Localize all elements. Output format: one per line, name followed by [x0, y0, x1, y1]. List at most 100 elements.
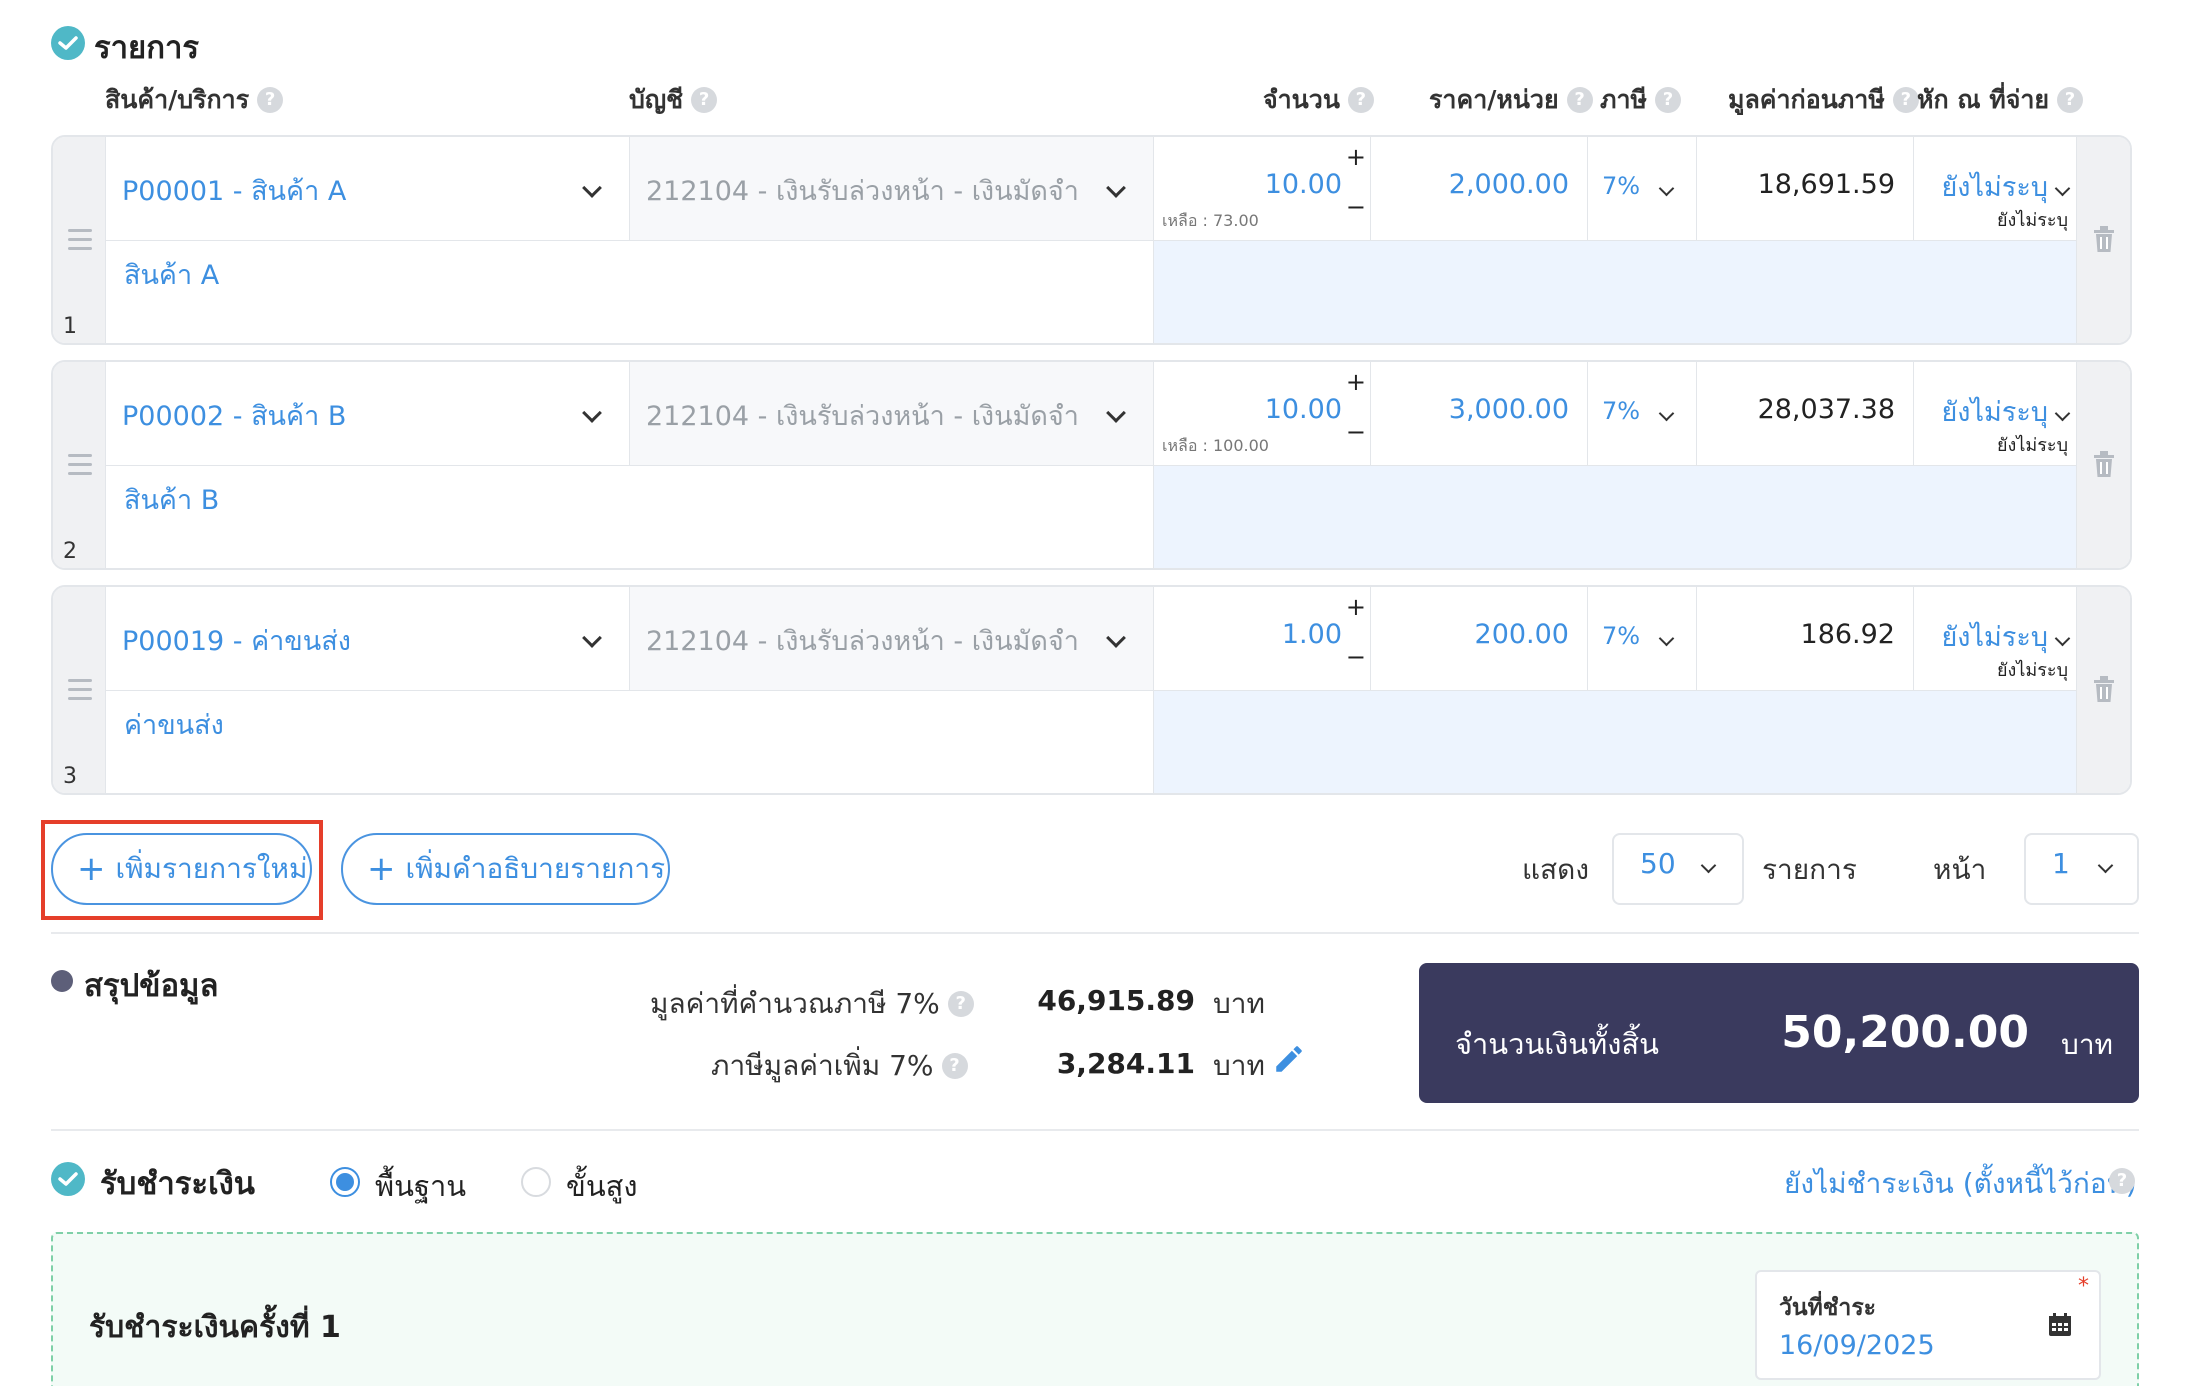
pretax-value: 186.92: [1800, 619, 1895, 650]
currency-unit: บาท: [1213, 987, 1265, 1020]
help-icon[interactable]: ?: [2109, 1168, 2135, 1194]
show-label: แสดง: [1522, 853, 1589, 886]
price-input[interactable]: 2,000.00: [1371, 137, 1588, 241]
row-number: 2: [63, 539, 77, 564]
pretax-amount: 18,691.59: [1697, 137, 1914, 241]
tax-select[interactable]: 7%: [1588, 137, 1697, 241]
help-icon[interactable]: ?: [691, 87, 718, 113]
help-icon[interactable]: ?: [1892, 87, 1919, 113]
help-icon[interactable]: ?: [1566, 87, 1593, 113]
tax-select-value: 7%: [1602, 622, 1641, 650]
add-description-button[interactable]: + เพิ่มคำอธิบายรายการ: [341, 833, 670, 905]
item-description-input[interactable]: ค่าขนส่ง: [106, 691, 1154, 793]
vat-label-text: ภาษีมูลค่าเพิ่ม 7%: [711, 1049, 934, 1082]
product-select[interactable]: P00001 - สินค้า A: [106, 137, 630, 241]
unpaid-link[interactable]: ยังไม่ชำระเงิน (ตั้งหนี้ไว้ก่อน): [1784, 1162, 2137, 1206]
qty-increment-button[interactable]: +: [1346, 593, 1366, 621]
col-header-account-label: บัญชี: [629, 85, 684, 114]
qty-input[interactable]: 10.00 + − เหลือ : 100.00: [1154, 362, 1371, 466]
delete-row-button[interactable]: [2076, 362, 2130, 568]
chevron-down-icon: [2054, 405, 2071, 422]
help-icon[interactable]: ?: [2057, 87, 2084, 113]
col-header-pretax: มูลค่าก่อนภาษี?: [1728, 80, 1919, 120]
account-select-value: 212104 - เงินรับล่วงหน้า - เงินมัดจำ: [646, 401, 1079, 432]
help-icon[interactable]: ?: [1347, 87, 1374, 113]
wht-select[interactable]: ยังไม่ระบุ ยังไม่ระบุ: [1914, 137, 2078, 241]
help-icon[interactable]: ?: [1655, 87, 1681, 113]
help-icon[interactable]: ?: [257, 87, 284, 113]
help-icon[interactable]: ?: [941, 1053, 968, 1079]
account-select[interactable]: 212104 - เงินรับล่วงหน้า - เงินมัดจำ: [630, 362, 1154, 466]
items-label: รายการ: [1762, 853, 1857, 886]
item-description-value: สินค้า A: [124, 260, 220, 291]
account-select[interactable]: 212104 - เงินรับล่วงหน้า - เงินมัดจำ: [630, 587, 1154, 691]
delete-row-button[interactable]: [2076, 587, 2130, 793]
page-select[interactable]: 1: [2024, 833, 2139, 905]
calendar-icon[interactable]: [2047, 1312, 2073, 1338]
per-page-select[interactable]: 50: [1612, 833, 1744, 905]
product-select[interactable]: P00002 - สินค้า B: [106, 362, 630, 466]
qty-input[interactable]: 1.00 + −: [1154, 587, 1371, 691]
drag-handle-icon: [68, 679, 92, 706]
chevron-down-icon: [1106, 403, 1126, 423]
wht-select-value: ยังไม่ระบุ: [1941, 397, 2048, 428]
item-description-input[interactable]: สินค้า A: [106, 241, 1154, 343]
qty-increment-button[interactable]: +: [1346, 368, 1366, 396]
item-description-input[interactable]: สินค้า B: [106, 466, 1154, 568]
payment-mode-advanced-label[interactable]: ขั้นสูง: [566, 1163, 638, 1209]
row-number: 3: [63, 764, 77, 789]
payment-mode-basic-label[interactable]: พื้นฐาน: [375, 1163, 466, 1209]
tax-select[interactable]: 7%: [1588, 587, 1697, 691]
payment-date-label: วันที่ชำระ: [1779, 1295, 1877, 1321]
wht-select[interactable]: ยังไม่ระบุ ยังไม่ระบุ: [1914, 362, 2078, 466]
product-select[interactable]: P00019 - ค่าขนส่ง: [106, 587, 630, 691]
drag-handle[interactable]: 2: [53, 362, 106, 568]
drag-handle-icon: [68, 454, 92, 481]
description-filler: [1154, 241, 2078, 343]
chevron-down-icon: [2054, 180, 2071, 197]
qty-decrement-button[interactable]: −: [1346, 418, 1366, 446]
chevron-down-icon: [582, 178, 602, 198]
section-check-icon: [51, 26, 85, 60]
page-value: 1: [2052, 847, 2070, 880]
divider: [51, 1129, 2139, 1131]
qty-decrement-button[interactable]: −: [1346, 643, 1366, 671]
wht-select-value: ยังไม่ระบุ: [1941, 622, 2048, 653]
wht-sub-label: ยังไม่ระบุ: [1996, 210, 2068, 231]
qty-decrement-button[interactable]: −: [1346, 193, 1366, 221]
chevron-down-icon: [1658, 180, 1675, 197]
chevron-down-icon: [1106, 628, 1126, 648]
account-select[interactable]: 212104 - เงินรับล่วงหน้า - เงินมัดจำ: [630, 137, 1154, 241]
price-value: 2,000.00: [1448, 169, 1569, 200]
drag-handle[interactable]: 1: [53, 137, 106, 343]
trash-icon: [2094, 226, 2114, 252]
col-header-tax-label: ภาษี: [1600, 85, 1647, 114]
help-icon[interactable]: ?: [947, 991, 974, 1017]
tax-select[interactable]: 7%: [1588, 362, 1697, 466]
summary-bullet-icon: [51, 970, 73, 992]
price-input[interactable]: 3,000.00: [1371, 362, 1588, 466]
price-input[interactable]: 200.00: [1371, 587, 1588, 691]
plus-icon: +: [367, 849, 396, 889]
payment-mode-basic-radio[interactable]: [330, 1167, 360, 1197]
delete-row-button[interactable]: [2076, 137, 2130, 343]
payment-date-field[interactable]: วันที่ชำระ * 16/09/2025: [1755, 1270, 2101, 1380]
qty-increment-button[interactable]: +: [1346, 143, 1366, 171]
vat-value: 3,284.11: [1056, 1047, 1195, 1080]
wht-select-value: ยังไม่ระบุ: [1941, 172, 2048, 203]
col-header-qty-label: จำนวน: [1263, 85, 1340, 114]
payment-mode-advanced-radio[interactable]: [521, 1167, 551, 1197]
highlight-box: [41, 820, 323, 920]
product-select-value: P00019 - ค่าขนส่ง: [122, 626, 351, 657]
qty-value: 10.00: [1264, 394, 1342, 425]
page-label: หน้า: [1933, 853, 1987, 886]
wht-select[interactable]: ยังไม่ระบุ ยังไม่ระบุ: [1914, 587, 2078, 691]
payment-title: รับชำระเงิน: [100, 1166, 255, 1202]
edit-vat-button[interactable]: [1272, 1042, 1306, 1080]
description-filler: [1154, 691, 2078, 793]
qty-value: 1.00: [1281, 619, 1342, 650]
drag-handle[interactable]: 3: [53, 587, 106, 793]
trash-icon: [2094, 451, 2114, 477]
grand-total-unit: บาท: [2061, 1028, 2113, 1061]
qty-input[interactable]: 10.00 + − เหลือ : 73.00: [1154, 137, 1371, 241]
